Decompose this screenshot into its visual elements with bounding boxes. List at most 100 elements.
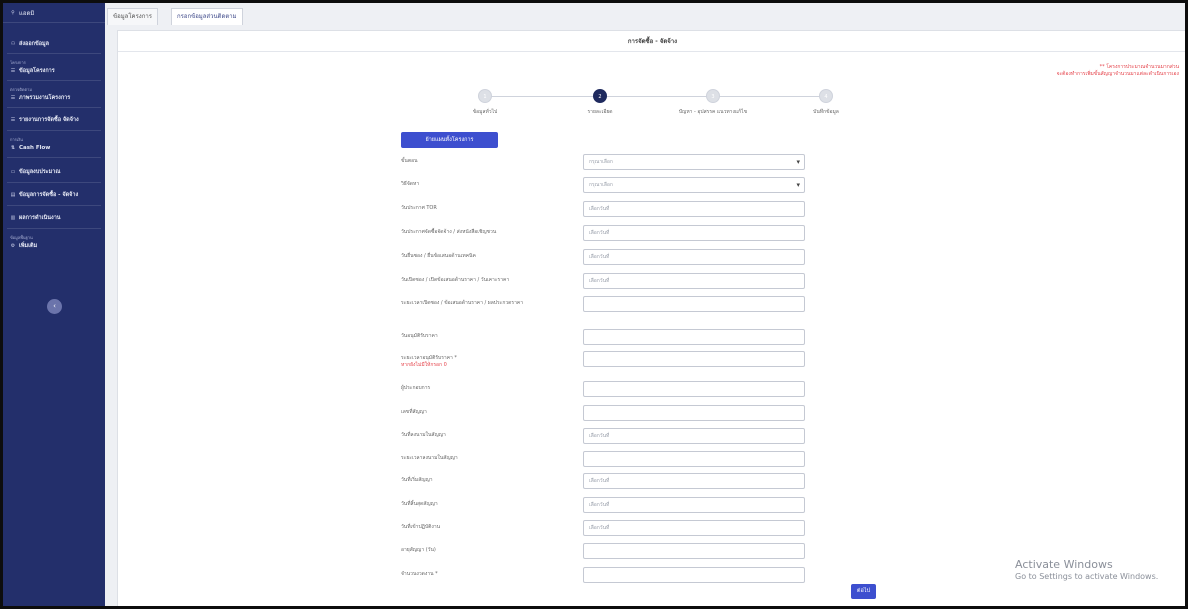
procurement-card: การจัดซื้อ - จัดจ้าง ** โครงการประมาณจำน… xyxy=(117,30,1185,606)
select-dropdown[interactable]: กรุณาเลือก xyxy=(583,177,805,193)
sidebar-user[interactable]: ⚲ แอดมิ xyxy=(3,3,105,23)
divider xyxy=(7,107,101,108)
user-icon: ⚇ xyxy=(10,41,16,47)
divider xyxy=(7,53,101,54)
sidebar-item-add[interactable]: ⚙ เพิ่มเติม xyxy=(3,241,105,251)
divider xyxy=(7,157,101,158)
sidebar-collapse-button[interactable]: ‹ xyxy=(47,299,62,314)
field-label: ระยะเวลาลงนามในสัญญา xyxy=(401,455,458,461)
text-input[interactable] xyxy=(583,543,805,559)
sidebar-item-project-info[interactable]: ☰ ข้อมูลโครงการ xyxy=(3,66,105,76)
step-3-circle[interactable]: 3 xyxy=(706,89,720,103)
field-label: วันที่เริ่มสัญญา xyxy=(401,477,433,483)
move-plan-button[interactable]: ย้ายแผนทั้งโครงการ xyxy=(401,132,498,148)
stepper-track xyxy=(485,96,826,97)
sidebar-item-label: ภาพรวมงานโครงการ xyxy=(19,95,71,101)
field-label: วันประกาศจัดซื้อจัดจ้าง / ส่งหนังสือเชิญ… xyxy=(401,229,497,235)
list-icon: ☰ xyxy=(10,68,16,74)
select-dropdown[interactable]: กรุณาเลือก xyxy=(583,154,805,170)
list-icon: ☰ xyxy=(10,95,16,101)
sidebar-item-label: ข้อมูลงบประมาณ xyxy=(19,169,61,175)
list-icon: ☰ xyxy=(10,117,16,123)
sidebar-item-project-overview[interactable]: ☰ ภาพรวมงานโครงการ xyxy=(3,93,105,103)
tab-tracking-input[interactable]: กรอกข้อมูลส่วนติดตาม xyxy=(171,8,243,25)
warning-note: ** โครงการประมาณจำนวนมากส่วน จะต้องทำการ… xyxy=(1057,64,1179,78)
sidebar-item-label: ส่งออกข้อมูล xyxy=(19,41,50,47)
step-4-circle[interactable]: 4 xyxy=(819,89,833,103)
field-label: จำนวนงวดงาน * xyxy=(401,571,438,577)
field-hint: หากยังไม่มีให้กรอก 0 xyxy=(401,362,447,368)
date-picker-input[interactable]: เลือกวันที่ xyxy=(583,473,805,489)
field-label: ระยะเวลาอนุมัติรับราคา * xyxy=(401,355,457,361)
sidebar: ⚲ แอดมิ ⚇ ส่งออกข้อมูล โครงการ ☰ ข้อมูลโ… xyxy=(3,3,105,606)
sidebar-item-procurement-list[interactable]: ☰ รายงานการจัดซื้อ จัดจ้าง xyxy=(3,114,105,126)
divider xyxy=(7,130,101,131)
sidebar-item-budget[interactable]: ▭ ข้อมูลงบประมาณ xyxy=(3,166,105,178)
date-picker-input[interactable]: เลือกวันที่ xyxy=(583,225,805,241)
field-label: วันที่สิ้นสุดสัญญา xyxy=(401,501,438,507)
sidebar-section-project: โครงการ xyxy=(10,60,26,65)
next-button[interactable]: ต่อไป xyxy=(851,584,876,599)
tab-bar: ข้อมูลโครงการ กรอกข้อมูลส่วนติดตาม xyxy=(105,3,1185,25)
pin-icon: ⚲ xyxy=(11,9,15,16)
field-label: วันที่เข้าปฏิบัติงาน xyxy=(401,524,441,530)
field-label: ขั้นตอน xyxy=(401,158,418,164)
card-title: การจัดซื้อ - จัดจ้าง xyxy=(118,31,1185,52)
warning-note-line2: จะต้องทำการเพิ่มขั้นสัญญาจำนวนมาแต่ละดำเ… xyxy=(1056,71,1179,77)
sidebar-user-label: แอดมิ xyxy=(19,9,35,17)
divider xyxy=(7,182,101,183)
date-picker-input[interactable]: เลือกวันที่ xyxy=(583,428,805,444)
app-frame: ⚲ แอดมิ ⚇ ส่งออกข้อมูล โครงการ ☰ ข้อมูลโ… xyxy=(0,0,1188,609)
sidebar-item-label: Cash Flow xyxy=(19,145,51,151)
sidebar-section-monitor: ตรวจติดตาม xyxy=(10,87,33,92)
text-input[interactable] xyxy=(583,451,805,467)
date-picker-input[interactable]: เลือกวันที่ xyxy=(583,249,805,265)
step-3-label: ปัญหา - อุปสรรค แนวทางแก้ไข xyxy=(678,109,748,115)
sidebar-item-label: เพิ่มเติม xyxy=(19,243,38,249)
wallet-icon: ▭ xyxy=(10,169,16,175)
cashflow-icon: ⇅ xyxy=(10,145,16,151)
step-1-circle[interactable]: 1 xyxy=(478,89,492,103)
sidebar-item-export[interactable]: ⚇ ส่งออกข้อมูล xyxy=(3,39,105,49)
text-input[interactable] xyxy=(583,296,805,312)
document-icon: ▤ xyxy=(10,192,16,198)
field-label: วันอนุมัติรับราคา xyxy=(401,333,438,339)
date-picker-input[interactable]: เลือกวันที่ xyxy=(583,201,805,217)
tab-project-info[interactable]: ข้อมูลโครงการ xyxy=(107,8,158,25)
field-label: วันยื่นซอง / ยื่นข้อเสนอด้านเทคนิค xyxy=(401,253,476,259)
text-input[interactable] xyxy=(583,567,805,583)
settings-icon: ⚙ xyxy=(10,243,16,249)
divider xyxy=(7,80,101,81)
step-2-label: รายละเอียด xyxy=(587,109,613,115)
watermark-line1: Activate Windows xyxy=(1015,558,1113,571)
sidebar-item-procurement-info[interactable]: ▤ ข้อมูลการจัดซื้อ - จัดจ้าง xyxy=(3,189,105,201)
windows-activation-watermark: Activate Windows Go to Settings to activ… xyxy=(1015,558,1158,581)
warning-note-line1: ** โครงการประมาณจำนวนมากส่วน xyxy=(1099,64,1179,70)
field-label: วันประกาศ TOR xyxy=(401,205,437,211)
text-input[interactable] xyxy=(583,405,805,421)
sidebar-item-label: ผลการดำเนินงาน xyxy=(19,215,61,221)
text-input[interactable] xyxy=(583,329,805,345)
divider xyxy=(7,228,101,229)
sidebar-section-finance: การเงิน xyxy=(10,137,23,142)
date-picker-input[interactable]: เลือกวันที่ xyxy=(583,273,805,289)
step-1-label: ข้อมูลทั่วไป xyxy=(472,109,498,115)
field-label: อายุสัญญา (วัน) xyxy=(401,547,436,553)
step-2-circle[interactable]: 2 xyxy=(593,89,607,103)
chart-icon: ▥ xyxy=(10,215,16,221)
text-input[interactable] xyxy=(583,351,805,367)
date-picker-input[interactable]: เลือกวันที่ xyxy=(583,520,805,536)
field-label: วิธีจัดหา xyxy=(401,181,420,187)
sidebar-section-settings: ข้อมูลพื้นฐาน xyxy=(10,235,33,240)
field-label: ระยะเวลาเปิดซอง / ข้อเสนอด้านราคา / ผลปร… xyxy=(401,300,524,306)
sidebar-item-cashflow[interactable]: ⇅ Cash Flow xyxy=(3,143,105,153)
divider xyxy=(7,205,101,206)
text-input[interactable] xyxy=(583,381,805,397)
step-4-label: บันทึกข้อมูล xyxy=(813,109,839,115)
field-label: เลขที่สัญญา xyxy=(401,409,427,415)
field-label: วันที่ลงนามในสัญญา xyxy=(401,432,446,438)
sidebar-item-label: ข้อมูลการจัดซื้อ - จัดจ้าง xyxy=(19,192,79,198)
sidebar-item-performance[interactable]: ▥ ผลการดำเนินงาน xyxy=(3,212,105,224)
field-label: ผู้ประกอบการ xyxy=(401,385,431,391)
date-picker-input[interactable]: เลือกวันที่ xyxy=(583,497,805,513)
